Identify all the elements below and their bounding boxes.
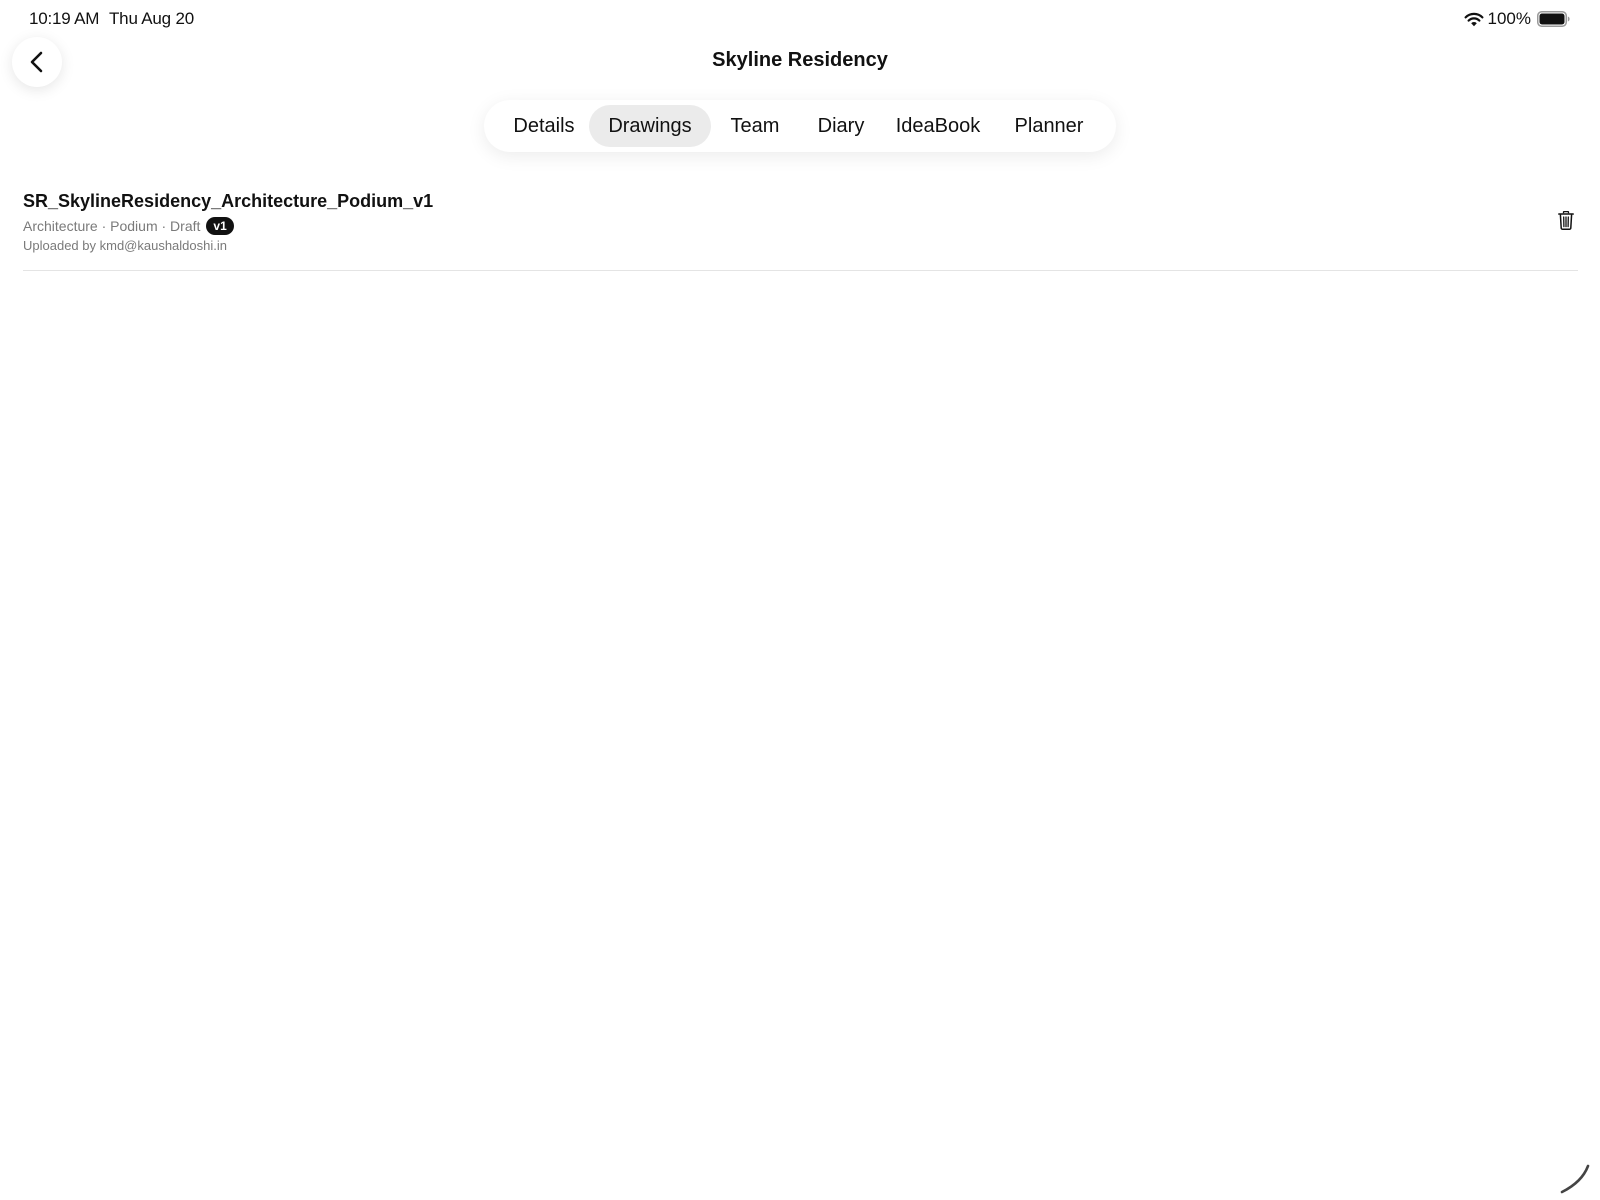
drawing-meta-text: Architecture · Podium · Draft bbox=[23, 218, 201, 234]
status-bar: 10:19 AM Thu Aug 20 100% bbox=[0, 0, 1600, 38]
status-time: 10:19 AM bbox=[29, 9, 100, 28]
resize-corner-icon bbox=[1560, 1164, 1590, 1194]
battery-percent: 100% bbox=[1487, 9, 1531, 28]
drawing-meta: Architecture · Podium · Draft v1 bbox=[23, 216, 234, 236]
tab-team[interactable]: Team bbox=[712, 105, 798, 147]
drawing-title: SR_SkylineResidency_Architecture_Podium_… bbox=[23, 191, 434, 211]
status-indicators: 100% bbox=[1464, 8, 1570, 30]
tab-ideabook[interactable]: IdeaBook bbox=[882, 105, 994, 147]
trash-icon bbox=[1558, 210, 1574, 230]
page-title: Skyline Residency bbox=[712, 49, 888, 71]
tab-diary[interactable]: Diary bbox=[800, 105, 882, 147]
tab-drawings[interactable]: Drawings bbox=[589, 105, 711, 147]
version-badge: v1 bbox=[206, 217, 234, 235]
delete-drawing-button[interactable] bbox=[1554, 208, 1578, 232]
drawing-uploader: Uploaded by kmd@kaushaldoshi.in bbox=[23, 238, 227, 253]
tab-bar: Details Drawings Team Diary IdeaBook Pla… bbox=[484, 100, 1116, 152]
status-date: Thu Aug 20 bbox=[109, 9, 194, 28]
wifi-icon bbox=[1464, 12, 1484, 27]
battery-full-icon bbox=[1537, 11, 1570, 27]
drawing-list-item[interactable]: SR_SkylineResidency_Architecture_Podium_… bbox=[23, 180, 1578, 271]
tab-details[interactable]: Details bbox=[492, 105, 596, 147]
tab-planner[interactable]: Planner bbox=[996, 105, 1102, 147]
